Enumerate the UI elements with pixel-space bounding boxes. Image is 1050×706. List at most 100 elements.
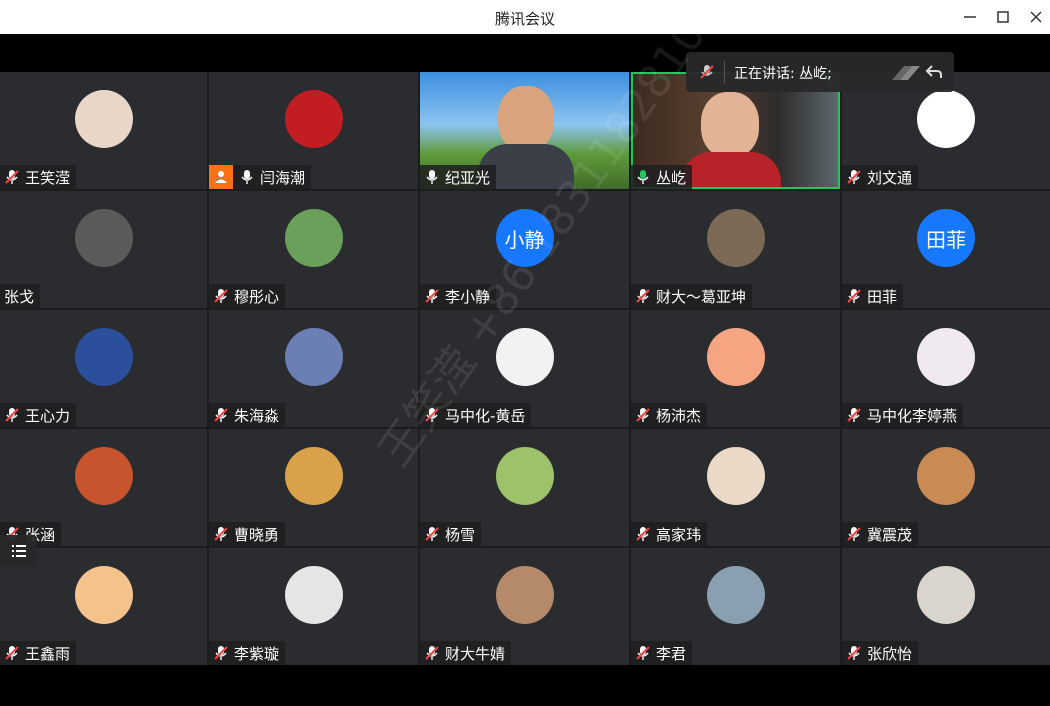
participant-name: 马中化-黄岳 [445, 406, 526, 425]
maximize-button[interactable] [988, 4, 1018, 30]
title-bar: 腾讯会议 [0, 0, 1050, 34]
avatar [74, 328, 133, 386]
participant-tile[interactable]: 张戈 [0, 191, 207, 308]
avatar [74, 209, 133, 267]
participant-name-label: 李小静 [420, 284, 497, 308]
participant-name: 田菲 [867, 287, 898, 306]
participant-name: 纪亚光 [445, 168, 491, 187]
window-title: 腾讯会议 [494, 10, 555, 28]
avatar [495, 328, 554, 386]
speaking-text: 正在讲话: 丛屹; [734, 66, 832, 82]
participant-tile[interactable]: 杨雪 [420, 429, 629, 546]
avatar [495, 566, 554, 624]
participant-name-label: 财大～葛亚坤 [631, 284, 753, 308]
participant-list-button[interactable] [0, 535, 37, 567]
participant-tile[interactable]: 张欣怡 [842, 548, 1050, 665]
participant-name-label: 朱海淼 [209, 403, 286, 427]
participant-name-label: 杨雪 [420, 522, 482, 546]
mic-icon [424, 169, 440, 185]
avatar [74, 90, 133, 148]
participant-name-label: 王心力 [0, 403, 77, 427]
participant-tile[interactable]: 闫海潮 [209, 72, 418, 189]
participant-tile[interactable]: 马中化-黄岳 [420, 310, 629, 427]
participant-tile[interactable]: 李君 [631, 548, 840, 665]
participant-name-label: 丛屹 [631, 165, 693, 189]
participant-name-label: 田菲 [842, 284, 904, 308]
speaker-logo-icon [892, 66, 920, 80]
mic-muted-icon [424, 407, 440, 423]
participant-name-label: 马中化李婷燕 [842, 403, 964, 427]
participant-name-label: 李紫璇 [209, 641, 286, 665]
avatar [917, 566, 975, 624]
participant-tile[interactable]: 张涵 [0, 429, 207, 546]
minimize-button[interactable] [955, 4, 985, 30]
participant-name: 杨沛杰 [656, 406, 702, 425]
participant-name: 穆彤心 [234, 287, 280, 306]
mic-muted-icon [635, 526, 651, 542]
close-button[interactable] [1021, 4, 1050, 30]
avatar [284, 447, 343, 505]
minimize-icon [964, 16, 976, 18]
participant-tile[interactable]: 王心力 [0, 310, 207, 427]
mic-muted-icon [635, 645, 651, 661]
participant-name: 刘文通 [867, 168, 913, 187]
participant-tile[interactable]: 财大～葛亚坤 [631, 191, 840, 308]
participant-tile[interactable]: 李紫璇 [209, 548, 418, 665]
avatar [917, 447, 975, 505]
participant-name-label: 王笑滢 [0, 165, 77, 189]
participant-name-label: 王鑫雨 [0, 641, 77, 665]
participant-name-label: 杨沛杰 [631, 403, 708, 427]
mic-muted-icon [635, 288, 651, 304]
participant-name-label: 李君 [631, 641, 693, 665]
participant-tile[interactable]: 曹晓勇 [209, 429, 418, 546]
participant-tile[interactable]: 财大牛婧 [420, 548, 629, 665]
mic-muted-icon [4, 169, 20, 185]
mic-muted-icon [213, 407, 229, 423]
close-icon [1030, 11, 1042, 23]
mic-muted-icon [213, 288, 229, 304]
participant-name: 冀震茂 [867, 525, 913, 544]
participant-name: 财大牛婧 [445, 644, 506, 663]
participant-tile[interactable]: 穆彤心 [209, 191, 418, 308]
participant-tile[interactable]: 田菲 田菲 [842, 191, 1050, 308]
participant-tile[interactable]: 朱海淼 [209, 310, 418, 427]
participant-name-label: 曹晓勇 [209, 522, 286, 546]
mic-muted-icon [424, 526, 440, 542]
maximize-icon [997, 11, 1009, 23]
participant-name: 财大～葛亚坤 [656, 287, 747, 306]
participant-tile[interactable]: 高家玮 [631, 429, 840, 546]
participant-tile[interactable]: 冀震茂 [842, 429, 1050, 546]
mic-muted-icon [4, 407, 20, 423]
mic-muted-icon [846, 645, 862, 661]
mic-muted-icon [846, 407, 862, 423]
participant-tile[interactable]: 王笑滢 [0, 72, 207, 189]
collapse-arrow-icon[interactable] [924, 62, 944, 82]
participant-name-label: 高家玮 [631, 522, 708, 546]
participant-name-label: 穆彤心 [209, 284, 286, 308]
participant-name: 李君 [656, 644, 687, 663]
participant-tile[interactable]: 小静 李小静 [420, 191, 629, 308]
avatar [284, 328, 343, 386]
participant-name: 李紫璇 [234, 644, 280, 663]
avatar [495, 447, 554, 505]
mic-muted-icon [213, 645, 229, 661]
mic-muted-icon [4, 645, 20, 661]
mic-muted-icon [213, 526, 229, 542]
avatar [706, 328, 765, 386]
avatar [74, 447, 133, 505]
host-badge-icon [209, 165, 233, 189]
participant-name: 朱海淼 [234, 406, 280, 425]
participant-name-label: 马中化-黄岳 [420, 403, 532, 427]
participant-name: 高家玮 [656, 525, 702, 544]
mic-icon [635, 169, 651, 185]
participant-name-label: 张欣怡 [842, 641, 919, 665]
avatar [917, 328, 975, 386]
participant-tile[interactable]: 纪亚光 [420, 72, 629, 189]
participant-name-label: 冀震茂 [842, 522, 919, 546]
participant-name: 张欣怡 [867, 644, 913, 663]
mic-muted-icon [424, 645, 440, 661]
participant-tile[interactable]: 杨沛杰 [631, 310, 840, 427]
participant-tile[interactable]: 马中化李婷燕 [842, 310, 1050, 427]
list-icon [11, 545, 26, 557]
avatar [284, 209, 343, 267]
